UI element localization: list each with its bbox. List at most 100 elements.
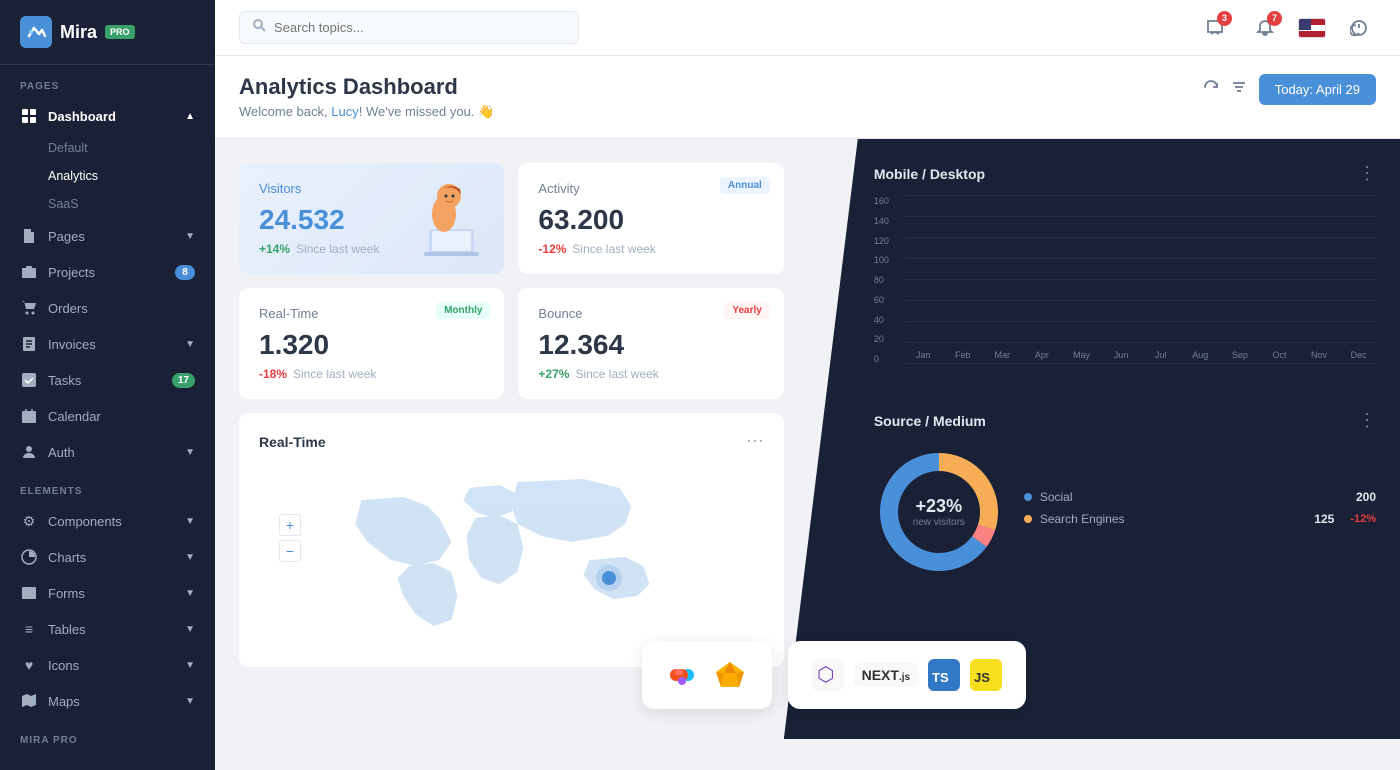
tables-label: Tables [48, 622, 86, 637]
section-label-mirapro: MIRA PRO [0, 719, 215, 752]
tech-stack-card: ⬡ NEXT.js TS JS [788, 641, 1026, 709]
pages-label: Pages [48, 229, 85, 244]
mobile-desktop-options[interactable]: ⋮ [1358, 163, 1376, 184]
calendar-icon [20, 407, 38, 425]
sidebar-item-invoices[interactable]: Invoices ▼ [0, 326, 215, 362]
sidebar-item-forms[interactable]: Forms ▼ [0, 575, 215, 611]
language-flag[interactable] [1298, 18, 1326, 38]
world-map-svg [259, 464, 764, 644]
bar-label-jan: Jan [916, 350, 931, 360]
sidebar-item-tasks[interactable]: Tasks 17 [0, 362, 215, 398]
search-box[interactable] [239, 11, 579, 44]
tasks-badge: 17 [172, 373, 195, 388]
sidebar-item-pages[interactable]: Pages ▼ [0, 218, 215, 254]
sidebar-item-maps[interactable]: Maps ▼ [0, 683, 215, 719]
invoices-label: Invoices [48, 337, 96, 352]
figma-icon [666, 657, 702, 693]
realtime-change-label: Since last week [293, 367, 376, 381]
bounce-change-label: Since last week [575, 367, 658, 381]
maps-label: Maps [48, 694, 80, 709]
svg-text:TS: TS [932, 670, 949, 685]
sidebar-item-tables[interactable]: ≡ Tables ▼ [0, 611, 215, 647]
legend-item-search: Search Engines 125 -12% [1024, 512, 1376, 526]
sidebar-item-default[interactable]: Default [48, 134, 215, 162]
bar-label-mar: Mar [995, 350, 1011, 360]
map-container: + − [259, 464, 764, 649]
tasks-label: Tasks [48, 373, 81, 388]
pages-icon [20, 227, 38, 245]
map-options[interactable]: ⋯ [746, 431, 764, 452]
source-medium-card: Source / Medium ⋮ [874, 410, 1376, 577]
search-icon [252, 18, 266, 37]
sidebar-item-components[interactable]: ⚙ Components ▼ [0, 503, 215, 539]
filter-icon[interactable] [1231, 79, 1247, 100]
forms-icon [20, 584, 38, 602]
messages-button[interactable]: 3 [1198, 11, 1232, 45]
components-icon: ⚙ [20, 512, 38, 530]
javascript-icon: JS [970, 659, 1002, 691]
sidebar-item-orders[interactable]: Orders [0, 290, 215, 326]
notifications-button[interactable]: 7 [1248, 11, 1282, 45]
stats-bottom-row: Real-Time Monthly 1.320 -18% Since last … [239, 288, 784, 399]
sidebar-item-icons[interactable]: ♥ Icons ▼ [0, 647, 215, 683]
stat-card-activity: Activity Annual 63.200 -12% Since last w… [518, 163, 783, 274]
sidebar-item-calendar[interactable]: Calendar [0, 398, 215, 434]
stat-card-realtime: Real-Time Monthly 1.320 -18% Since last … [239, 288, 504, 399]
dashboard-submenu: Default Analytics SaaS [0, 134, 215, 218]
sidebar-item-dashboard[interactable]: Dashboard ▲ [0, 98, 215, 134]
donut-center: +23% new visitors [913, 496, 965, 528]
refresh-icon[interactable] [1203, 79, 1219, 100]
maps-chevron: ▼ [185, 696, 195, 707]
page-subtitle: Welcome back, Lucy! We've missed you. 👋 [239, 104, 494, 120]
power-button[interactable] [1342, 11, 1376, 45]
sidebar-item-charts[interactable]: Charts ▼ [0, 539, 215, 575]
page-header: Analytics Dashboard Welcome back, Lucy! … [215, 56, 1400, 139]
bar-label-jun: Jun [1114, 350, 1129, 360]
auth-chevron: ▼ [185, 447, 195, 458]
auth-icon [20, 443, 38, 461]
orders-label: Orders [48, 301, 88, 316]
donut-container: +23% new visitors Social 200 [874, 447, 1376, 577]
legend-value-social: 200 [1356, 490, 1376, 504]
legend-value-search: 125 [1314, 512, 1334, 526]
donut-percent: +23% [913, 496, 965, 517]
nextjs-logo: NEXT.js [854, 663, 918, 687]
pages-chevron: ▼ [185, 231, 195, 242]
mobile-desktop-chart: 0 20 40 60 80 100 120 140 160 [874, 196, 1376, 386]
bar-label-feb: Feb [955, 350, 971, 360]
stat-card-bounce: Bounce Yearly 12.364 +27% Since last wee… [518, 288, 783, 399]
realtime-value: 1.320 [259, 329, 484, 361]
map-card: Real-Time ⋯ + − [239, 413, 784, 667]
legend-label-social: Social [1040, 490, 1073, 504]
zoom-out-button[interactable]: − [279, 540, 301, 562]
components-label: Components [48, 514, 122, 529]
forms-label: Forms [48, 586, 85, 601]
source-medium-options[interactable]: ⋮ [1358, 410, 1376, 431]
sidebar-item-auth[interactable]: Auth ▼ [0, 434, 215, 470]
sidebar-item-analytics[interactable]: Analytics [48, 162, 215, 190]
page-header-left: Analytics Dashboard Welcome back, Lucy! … [239, 74, 494, 120]
layout-split: Visitors 24.532 +14% Since last week [215, 139, 1400, 739]
map-controls: + − [279, 514, 301, 562]
realtime-change: -18% [259, 367, 287, 381]
visitors-change-label: Since last week [296, 242, 379, 256]
bar-label-jul: Jul [1155, 350, 1167, 360]
messages-badge: 3 [1217, 11, 1232, 26]
activity-badge: Annual [720, 177, 770, 194]
legend-label-search: Search Engines [1040, 512, 1125, 526]
sidebar-item-projects[interactable]: Projects 8 [0, 254, 215, 290]
tables-icon: ≡ [20, 620, 38, 638]
bounce-badge: Yearly [724, 302, 769, 319]
source-medium-title: Source / Medium [874, 413, 986, 429]
sidebar-item-saas[interactable]: SaaS [48, 190, 215, 218]
orders-icon [20, 299, 38, 317]
activity-value: 63.200 [538, 204, 763, 236]
donut-legend: Social 200 Search Engines 125 -12% [1024, 490, 1376, 534]
auth-label: Auth [48, 445, 75, 460]
search-input[interactable] [274, 20, 566, 35]
sketch-icon [712, 657, 748, 693]
visitors-illustration [384, 163, 504, 274]
zoom-in-button[interactable]: + [279, 514, 301, 536]
today-button[interactable]: Today: April 29 [1259, 74, 1376, 105]
map-title: Real-Time [259, 434, 326, 450]
